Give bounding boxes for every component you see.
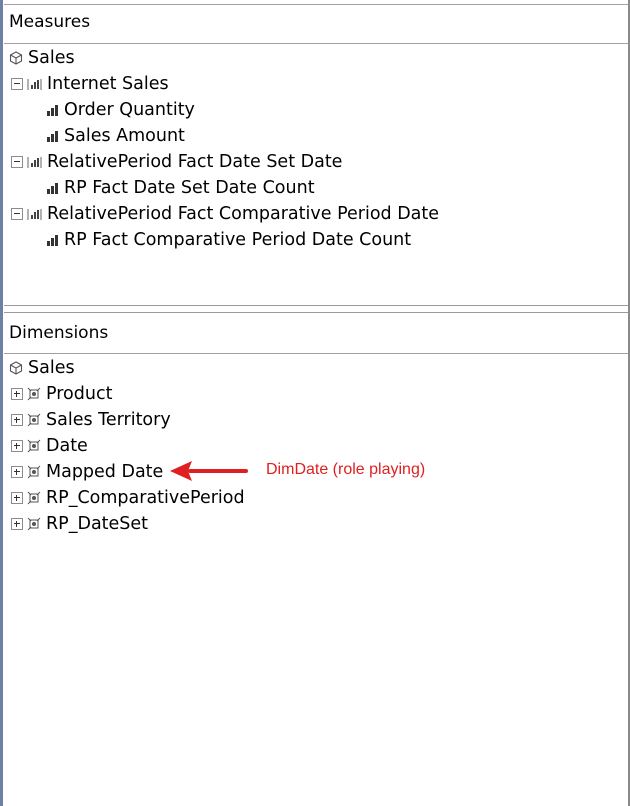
measure-group-icon <box>27 208 42 220</box>
dimension-node[interactable]: Product <box>6 381 628 407</box>
cube-icon <box>9 361 23 375</box>
dimension-icon <box>27 465 41 479</box>
expand-icon[interactable] <box>11 440 23 452</box>
measure-group-icon <box>27 156 42 168</box>
dimension-node[interactable]: RP_DateSet <box>6 511 628 537</box>
measures-cube-label: Sales <box>28 48 75 68</box>
measure-icon <box>47 131 58 142</box>
measure-group-label: Internet Sales <box>47 74 169 94</box>
measure-group-label: RelativePeriod Fact Comparative Period D… <box>47 204 440 224</box>
dimension-label: Product <box>46 384 113 404</box>
dimension-icon <box>27 517 41 531</box>
measure-group-icon <box>27 78 42 90</box>
measure-item[interactable]: RP Fact Comparative Period Date Count <box>6 227 628 253</box>
collapse-icon[interactable] <box>11 156 23 168</box>
annotation-text: DimDate (role playing) <box>266 461 426 478</box>
dimensions-cube-node[interactable]: Sales <box>6 355 628 381</box>
dimension-node[interactable]: Sales Territory <box>6 407 628 433</box>
red-arrow-icon <box>170 461 248 481</box>
measure-item-label: RP Fact Date Set Date Count <box>64 178 315 198</box>
expand-icon[interactable] <box>11 466 23 478</box>
measures-top-divider <box>4 4 628 5</box>
expand-icon[interactable] <box>11 492 23 504</box>
cube-icon <box>9 51 23 65</box>
collapse-icon[interactable] <box>11 208 23 220</box>
measure-item[interactable]: RP Fact Date Set Date Count <box>6 175 628 201</box>
pane-splitter-bottom[interactable] <box>4 312 628 313</box>
dimension-label: Sales Territory <box>46 410 171 430</box>
measure-item[interactable]: Order Quantity <box>6 97 628 123</box>
dimensions-tree: Sales Product Sales Territory Date Mappe… <box>6 355 628 537</box>
measure-group-date-set[interactable]: RelativePeriod Fact Date Set Date <box>6 149 628 175</box>
dimensions-header-divider <box>4 353 628 354</box>
measures-title: Measures <box>9 12 91 32</box>
measures-header-divider <box>4 43 628 44</box>
expand-icon[interactable] <box>11 388 23 400</box>
measure-group-label: RelativePeriod Fact Date Set Date <box>47 152 343 172</box>
dimension-icon <box>27 439 41 453</box>
measure-icon <box>47 235 58 246</box>
dimension-node[interactable]: RP_ComparativePeriod <box>6 485 628 511</box>
measure-group-internet-sales[interactable]: Internet Sales <box>6 71 628 97</box>
expand-icon[interactable] <box>11 414 23 426</box>
measure-item-label: Order Quantity <box>64 100 195 120</box>
measures-tree: Sales Internet Sales Order Quantity Sale… <box>6 45 628 253</box>
measure-item[interactable]: Sales Amount <box>6 123 628 149</box>
dimension-icon <box>27 413 41 427</box>
dimension-label: RP_ComparativePeriod <box>46 488 245 508</box>
measure-icon <box>47 183 58 194</box>
dimension-label: Mapped Date <box>46 462 164 482</box>
measures-cube-node[interactable]: Sales <box>6 45 628 71</box>
measure-icon <box>47 105 58 116</box>
dimension-node[interactable]: Date <box>6 433 628 459</box>
dimension-label: RP_DateSet <box>46 514 149 534</box>
measure-item-label: RP Fact Comparative Period Date Count <box>64 230 412 250</box>
dimension-icon <box>27 491 41 505</box>
measure-group-comparative-period[interactable]: RelativePeriod Fact Comparative Period D… <box>6 201 628 227</box>
pane-splitter-top[interactable] <box>4 305 628 306</box>
window-left-border <box>0 0 3 806</box>
dimensions-title: Dimensions <box>9 323 109 343</box>
collapse-icon[interactable] <box>11 78 23 90</box>
expand-icon[interactable] <box>11 518 23 530</box>
dimension-label: Date <box>46 436 88 456</box>
dimension-icon <box>27 387 41 401</box>
dimensions-cube-label: Sales <box>28 358 75 378</box>
measure-item-label: Sales Amount <box>64 126 185 146</box>
